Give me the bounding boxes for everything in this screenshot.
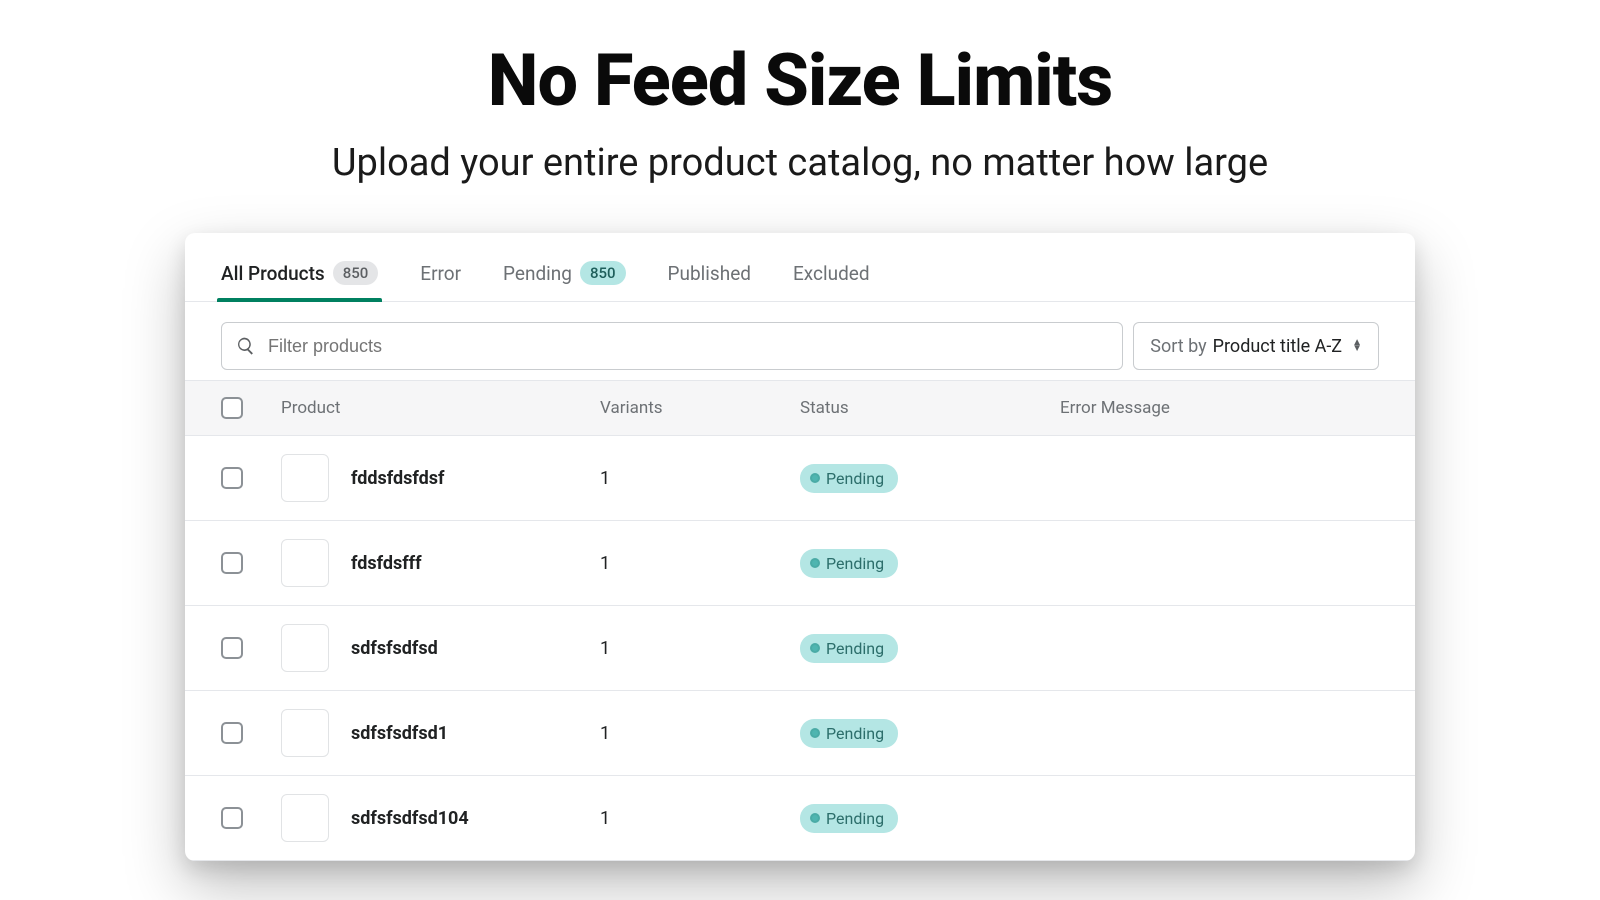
product-name[interactable]: sdfsfsdfsd1 xyxy=(351,723,448,744)
sort-label: Sort by xyxy=(1150,336,1206,357)
tab-label: All Products xyxy=(221,262,325,285)
variants-count: 1 xyxy=(600,808,800,829)
product-thumbnail xyxy=(281,539,329,587)
status-badge: Pending xyxy=(800,804,898,833)
table-row: fdsfdsfff 1 Pending xyxy=(185,521,1415,606)
table-row: sdfsfsdfsd1 1 Pending xyxy=(185,691,1415,776)
tab-label: Excluded xyxy=(793,262,870,285)
variants-count: 1 xyxy=(600,638,800,659)
sort-select[interactable]: Sort by Product title A-Z ▲▼ xyxy=(1133,322,1379,370)
status-badge: Pending xyxy=(800,719,898,748)
status-dot-icon xyxy=(810,728,820,738)
table-row: sdfsfsdfsd 1 Pending xyxy=(185,606,1415,691)
tab-badge: 850 xyxy=(333,261,379,285)
search-icon xyxy=(236,336,256,356)
product-thumbnail xyxy=(281,709,329,757)
sort-value: Product title A-Z xyxy=(1213,336,1342,357)
status-text: Pending xyxy=(826,469,884,488)
tabs: All Products 850 Error Pending 850 Published E… xyxy=(185,233,1415,302)
product-name[interactable]: sdfsfsdfsd104 xyxy=(351,808,469,829)
page-subtitle: Upload your entire product catalog, no m… xyxy=(0,141,1600,185)
tab-label: Pending xyxy=(503,262,572,285)
row-checkbox[interactable] xyxy=(221,467,243,489)
product-panel: All Products 850 Error Pending 850 Published E… xyxy=(185,233,1415,861)
product-thumbnail xyxy=(281,454,329,502)
status-dot-icon xyxy=(810,643,820,653)
variants-count: 1 xyxy=(600,468,800,489)
product-thumbnail xyxy=(281,794,329,842)
col-status: Status xyxy=(800,398,1060,418)
select-all-checkbox[interactable] xyxy=(221,397,243,419)
variants-count: 1 xyxy=(600,553,800,574)
tab-published[interactable]: Published xyxy=(668,262,751,301)
status-badge: Pending xyxy=(800,464,898,493)
status-text: Pending xyxy=(826,809,884,828)
tab-badge: 850 xyxy=(580,261,626,285)
product-thumbnail xyxy=(281,624,329,672)
row-checkbox[interactable] xyxy=(221,552,243,574)
row-checkbox[interactable] xyxy=(221,637,243,659)
tab-all-products[interactable]: All Products 850 xyxy=(221,261,378,301)
product-name[interactable]: sdfsfsdfsd xyxy=(351,638,438,659)
variants-count: 1 xyxy=(600,723,800,744)
table-row: fddsfdsfdsf 1 Pending xyxy=(185,436,1415,521)
page-title: No Feed Size Limits xyxy=(0,38,1600,123)
tab-pending[interactable]: Pending 850 xyxy=(503,261,626,301)
col-error: Error Message xyxy=(1060,398,1379,418)
tab-error[interactable]: Error xyxy=(420,262,461,301)
search-input[interactable] xyxy=(268,336,1108,357)
status-text: Pending xyxy=(826,724,884,743)
status-dot-icon xyxy=(810,813,820,823)
tab-excluded[interactable]: Excluded xyxy=(793,262,870,301)
row-checkbox[interactable] xyxy=(221,807,243,829)
col-variants: Variants xyxy=(600,398,800,418)
status-badge: Pending xyxy=(800,634,898,663)
table-header: Product Variants Status Error Message xyxy=(185,380,1415,436)
status-dot-icon xyxy=(810,558,820,568)
status-text: Pending xyxy=(826,554,884,573)
table-row: sdfsfsdfsd104 1 Pending xyxy=(185,776,1415,861)
search-input-wrap[interactable] xyxy=(221,322,1123,370)
status-badge: Pending xyxy=(800,549,898,578)
col-product: Product xyxy=(281,398,600,418)
tab-label: Error xyxy=(420,262,461,285)
tab-label: Published xyxy=(668,262,751,285)
product-name[interactable]: fddsfdsfdsf xyxy=(351,468,444,489)
sort-chevron-icon: ▲▼ xyxy=(1352,340,1362,352)
status-text: Pending xyxy=(826,639,884,658)
product-name[interactable]: fdsfdsfff xyxy=(351,553,422,574)
row-checkbox[interactable] xyxy=(221,722,243,744)
status-dot-icon xyxy=(810,473,820,483)
